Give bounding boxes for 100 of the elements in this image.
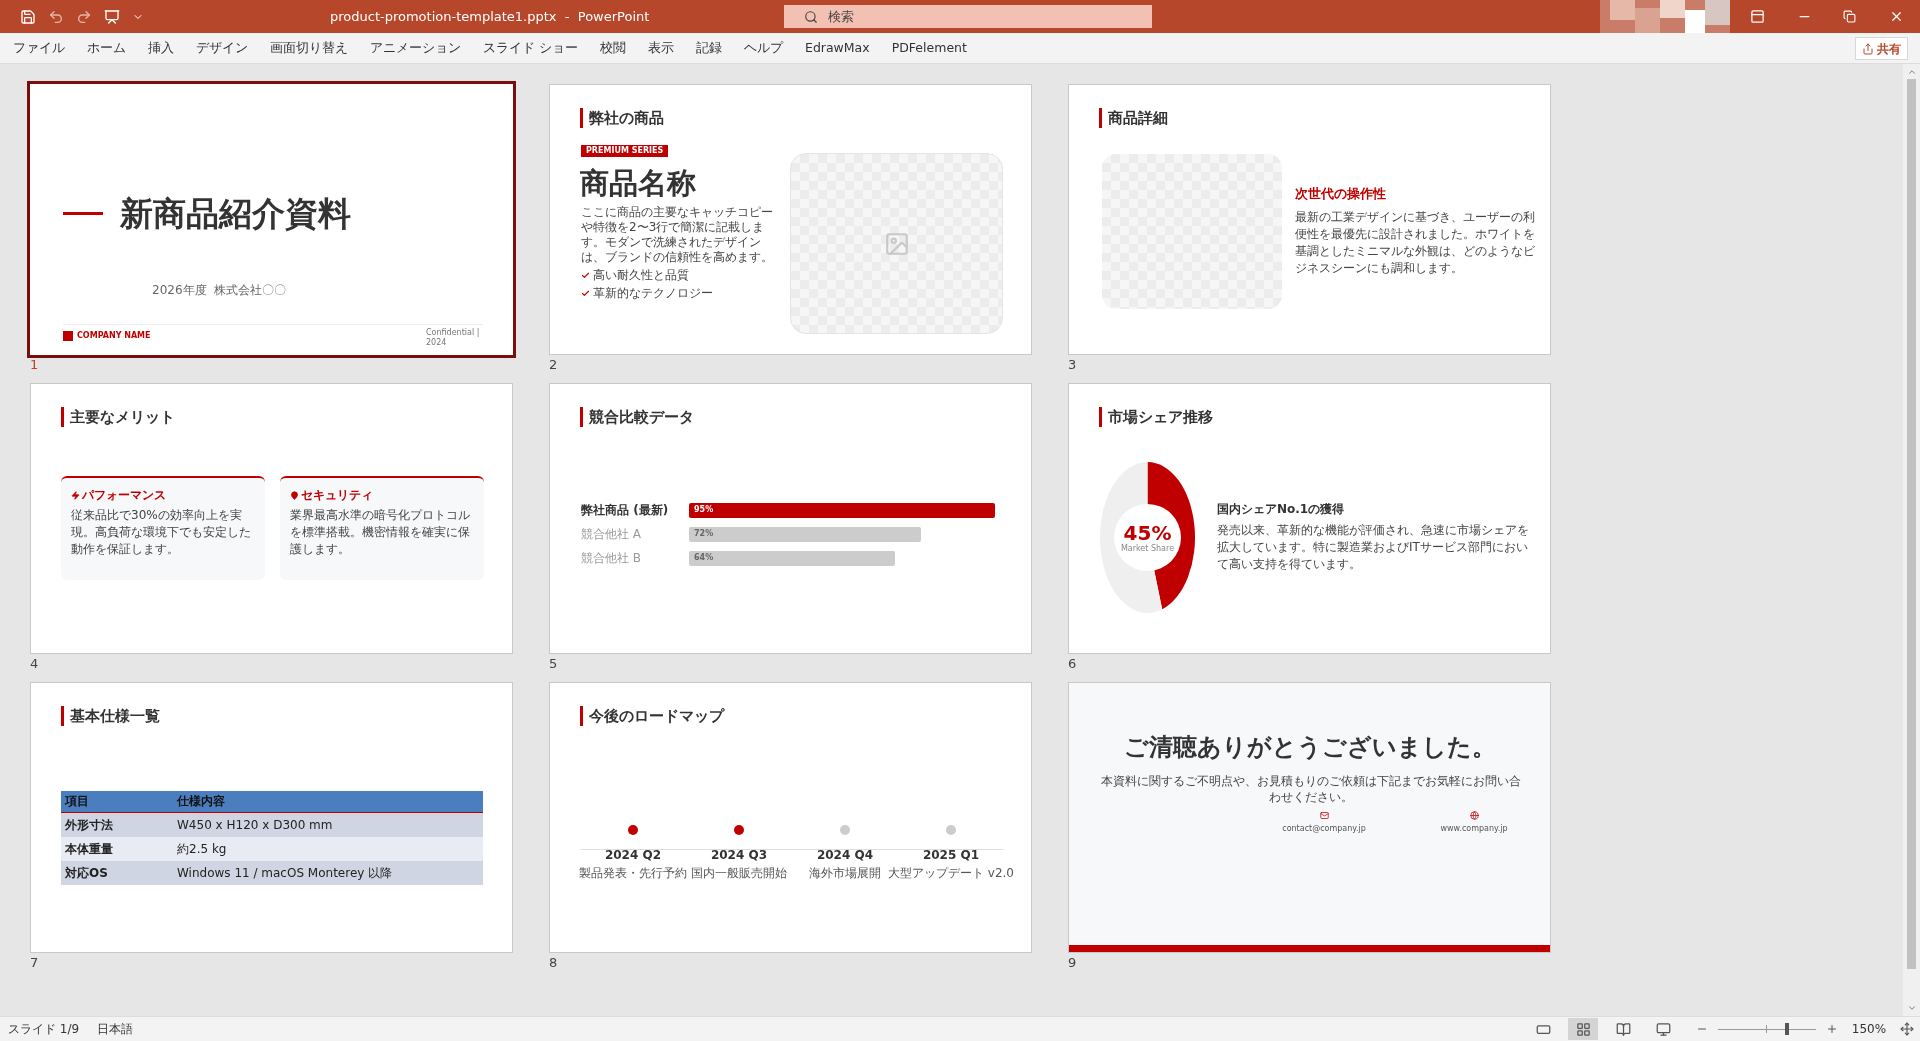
menu-tab[interactable]: ヘルプ — [744, 38, 783, 58]
menu-tab[interactable]: 挿入 — [148, 38, 174, 58]
zoom-level[interactable]: 150% — [1848, 1020, 1890, 1038]
fit-to-window-icon[interactable] — [1900, 1022, 1914, 1036]
book-icon — [1615, 1021, 1631, 1037]
title-accent-line — [63, 212, 103, 215]
bar-label: 競合他社 B — [581, 550, 643, 566]
contact-text: www.company.jp — [1440, 824, 1508, 834]
milestone-label: 2024 Q3 — [710, 848, 768, 863]
slide-number: 1 — [30, 358, 39, 372]
scrollbar[interactable] — [1903, 64, 1920, 1016]
slide-number: 9 — [1068, 956, 1077, 970]
redo-icon[interactable] — [76, 8, 92, 25]
product-name: 商品名称 — [580, 165, 696, 201]
milestone-text: 海外市場展開 — [809, 866, 881, 881]
bar-value: 95% — [694, 505, 714, 515]
slide-heading: 主要なメリット — [61, 407, 175, 427]
menu-tab[interactable]: PDFelement — [891, 38, 967, 58]
menu-tab[interactable]: 画面切り替え — [270, 38, 348, 58]
slide-number: 7 — [30, 956, 39, 970]
menu-tab[interactable]: アニメーション — [370, 38, 461, 58]
language-indicator: 日本語 — [97, 1021, 133, 1038]
ribbon-display-icon[interactable] — [1750, 9, 1765, 24]
detail-subheading: 次世代の操作性 — [1295, 185, 1386, 203]
mail-icon — [1319, 811, 1329, 820]
milestone-text: 国内一般販売開始 — [691, 866, 787, 881]
bar-label: 弊社商品 (最新) — [581, 502, 670, 518]
slide-number: 8 — [549, 956, 558, 970]
slide-thumbnail[interactable]: ご清聴ありがとうございました。 本資料に関するご不明点や、お見積もりのご依頼は下記までお気軽にお問い合わせください。 contact@company.jp www.company.jp — [1068, 682, 1551, 953]
menu-tab[interactable]: デザイン — [196, 38, 248, 58]
milestone-text: 大型アップデート v2.0 — [888, 866, 1014, 881]
slide-number: 5 — [549, 657, 558, 671]
menu-tab[interactable]: スライド ショー — [483, 38, 578, 58]
scroll-thumb[interactable] — [1907, 79, 1916, 969]
slide-title: 新商品紹介資料 — [120, 194, 351, 234]
milestone-text: 製品発表・先行予約 — [579, 866, 687, 881]
slide-thumbnail[interactable]: 今後のロードマップ 2024 Q2 製品発表・先行予約 2024 Q3 国内一般販売開始 2024 Q4 海外市場展開 2025 Q1 大型アップデート v2.0 — [549, 682, 1032, 953]
close-icon[interactable] — [1889, 9, 1904, 24]
share-value: 45% — [1123, 522, 1172, 544]
table-cell-text: 約2.5 kg — [176, 841, 228, 857]
milestone-label: 2024 Q4 — [816, 848, 874, 863]
logo-square — [63, 331, 73, 341]
bar-value: 72% — [694, 529, 714, 539]
search-input[interactable]: 検索 — [828, 6, 1128, 27]
merit-body: 従来品比で30%の効率向上を実現。高負荷な環境下でも安定した動作を保証します。 — [71, 507, 252, 558]
share-icon — [1862, 42, 1874, 55]
image-icon — [883, 230, 910, 257]
zoom-in-icon[interactable] — [1826, 1023, 1838, 1035]
share-button[interactable]: 共有 — [1855, 37, 1908, 60]
undo-icon[interactable] — [48, 8, 64, 25]
slide-thumbnail[interactable]: 競合比較データ 弊社商品 (最新) 95% 競合他社 A 72% 競合他社 B 64% — [549, 383, 1032, 654]
menu-tab[interactable]: ファイル — [13, 38, 65, 58]
share-title: 国内シェアNo.1の獲得 — [1217, 502, 1345, 517]
table-header-cell-text: 項目 — [63, 794, 90, 809]
share-caption: Market Share — [1120, 544, 1175, 554]
year-label: 2024 — [426, 338, 447, 348]
slide-heading: 基本仕様一覧 — [61, 706, 160, 726]
menu-tab[interactable]: EdrawMax — [805, 38, 870, 58]
slide-subtitle: 2026年度 株式会社〇〇 — [152, 282, 287, 298]
search-field[interactable]: 検索 — [784, 5, 1152, 28]
table-cell-text: 対応OS — [64, 865, 109, 881]
menu-tab[interactable]: 表示 — [648, 38, 674, 58]
slide-heading: 競合比較データ — [580, 407, 694, 427]
menu-tab[interactable]: 校閲 — [600, 38, 626, 58]
table-cell-text: Windows 11 / macOS Monterey 以降 — [176, 865, 394, 881]
slide-thumbnail[interactable]: 市場シェア推移 45% Market Share 国内シェアNo.1の獲得 発売以来、革新的な機能が評価され、急速に市場シェアを拡大しています。特に製造業およびITサービス部門において高い支持を得ています。 — [1068, 383, 1551, 654]
menu-tab[interactable]: ホーム — [87, 38, 126, 58]
slide-thumbnail[interactable]: 主要なメリット パフォーマンス 従来品比で30%の効率向上を実現。高負荷な環境下でも安定した動作を保証します。 セキュリティ 業界最高水準の暗号化プロトコルを標準搭載。機密情報を確実に保護します。 — [30, 383, 513, 654]
slide-heading: 市場シェア推移 — [1099, 407, 1213, 427]
slide-thumbnail[interactable]: 基本仕様一覧 項目 仕様内容 外形寸法 W450 x H120 x D300 mm 本体重量 約2.5 kg 対応OS Windows 11 / macOS Monterey 以降 — [30, 682, 513, 953]
zoom-slider[interactable] — [1718, 1022, 1816, 1036]
detail-body: 最新の工業デザインに基づき、ユーザーの利便性を最優先に設計されました。ホワイトを基調としたミニマルな外観は、どのようなビジネスシーンにも調和します。 — [1295, 209, 1536, 277]
slide-thumbnail[interactable]: 新商品紹介資料 2026年度 株式会社〇〇 COMPANY NAME Confidential | 2024 — [30, 84, 513, 355]
menu-tab[interactable]: 記録 — [696, 38, 722, 58]
restore-icon[interactable] — [1843, 10, 1856, 23]
globe-icon — [1469, 811, 1479, 820]
grid-view-icon — [1575, 1021, 1591, 1037]
save-icon[interactable] — [20, 8, 36, 25]
view-button[interactable] — [1568, 1018, 1598, 1040]
share-body: 発売以来、革新的な機能が評価され、急速に市場シェアを拡大しています。特に製造業およびITサービス部門において高い支持を得ています。 — [1217, 522, 1530, 573]
slide-heading: 商品詳細 — [1099, 108, 1168, 128]
window-title: product-promotion-template1.pptx - PowerPoint — [330, 7, 650, 26]
zoom-thumb[interactable] — [1784, 1023, 1789, 1035]
confidential-label: Confidential | — [426, 328, 480, 338]
slide-number: 4 — [30, 657, 39, 671]
slide-thumbnail[interactable]: 商品詳細 次世代の操作性 最新の工業デザインに基づき、ユーザーの利便性を最優先に設計されました。ホワイトを基調としたミニマルな外観は、どのようなビジネスシーンにも調和します。 — [1068, 84, 1551, 355]
presentation-icon[interactable] — [104, 8, 120, 25]
bar-value: 64% — [694, 553, 714, 563]
presentation-icon — [1655, 1021, 1671, 1037]
milestone-label: 2025 Q1 — [922, 848, 980, 863]
pin-icon — [290, 491, 299, 500]
slide-number: 3 — [1068, 358, 1077, 372]
table-header-cell-text: 仕様内容 — [175, 794, 226, 809]
lightning-icon — [71, 491, 80, 500]
milestone-label: 2024 Q2 — [604, 848, 662, 863]
product-description: ここに商品の主要なキャッチコピーや特徴を2〜3行で簡潔に記載します。モダンで洗練されたデザインは、ブランドの信頼性を高めます。 — [581, 205, 774, 265]
slide-indicator: スライド 1/9 — [7, 1021, 81, 1038]
slide-thumbnail[interactable]: 弊社の商品 PREMIUM SERIES 商品名称 ここに商品の主要なキャッチコピーや特徴を2〜3行で簡潔に記載します。モダンで洗練されたデザインは、ブランドの信頼性を高めます。 高い耐久性と品質 革新的なテクノロジー — [549, 84, 1032, 355]
slide-heading: 今後のロードマップ — [580, 706, 724, 726]
company-name: COMPANY NAME — [77, 331, 151, 341]
